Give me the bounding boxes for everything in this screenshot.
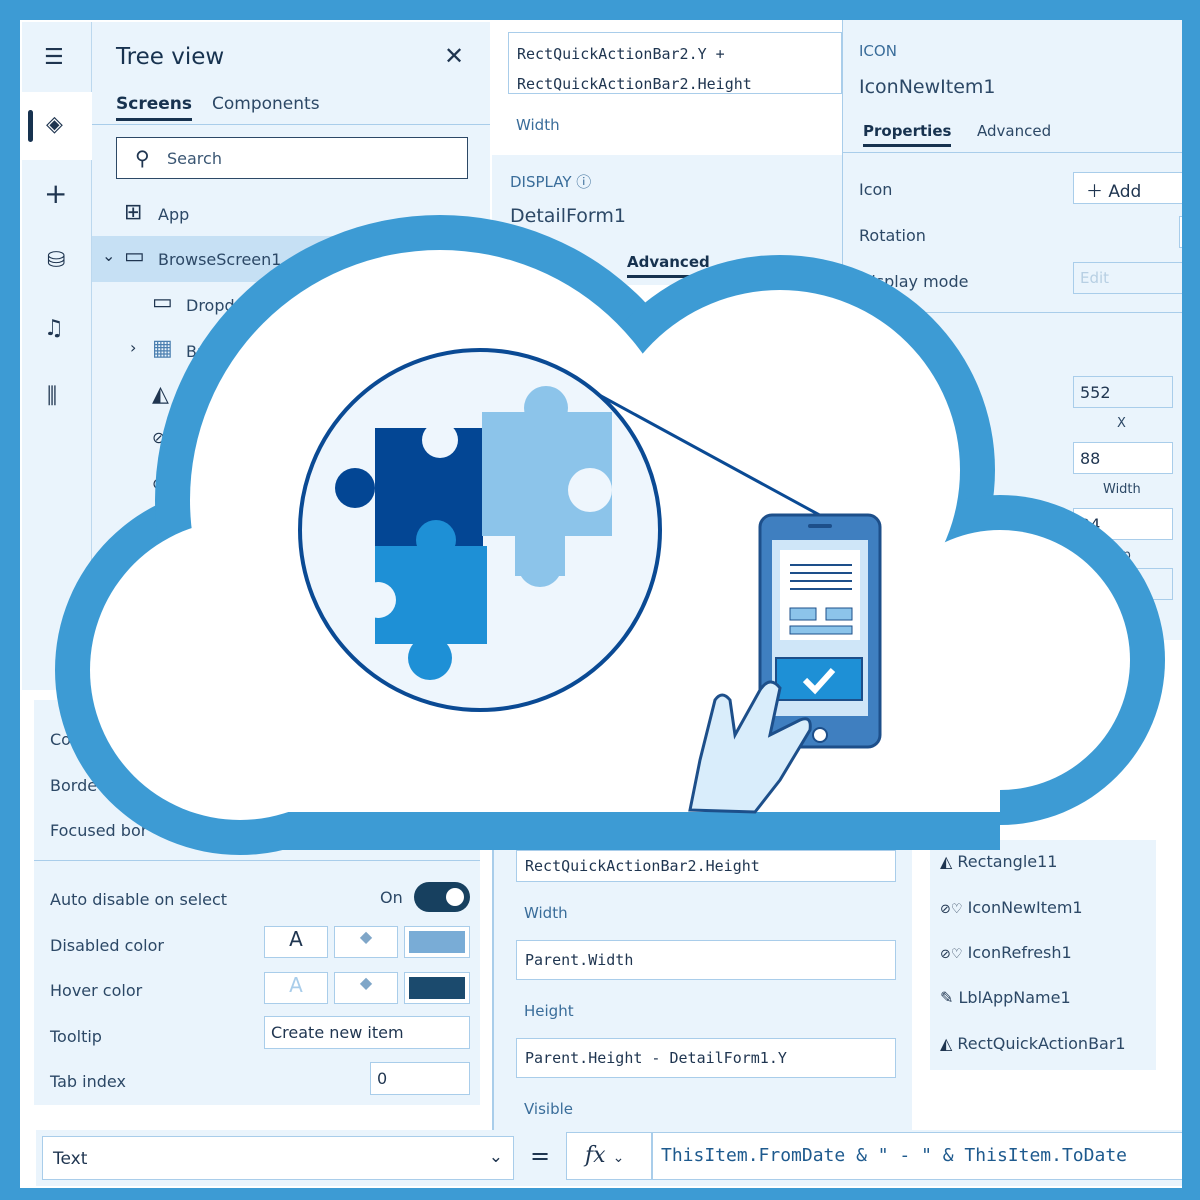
- phone-illustration: [758, 513, 882, 749]
- collage: ☰ ◈ + ⛁ ♫ ⫼ Tree view ✕ Screens Componen…: [20, 20, 1182, 1188]
- cloud-illustration: [55, 215, 1165, 855]
- check-button: [775, 657, 863, 701]
